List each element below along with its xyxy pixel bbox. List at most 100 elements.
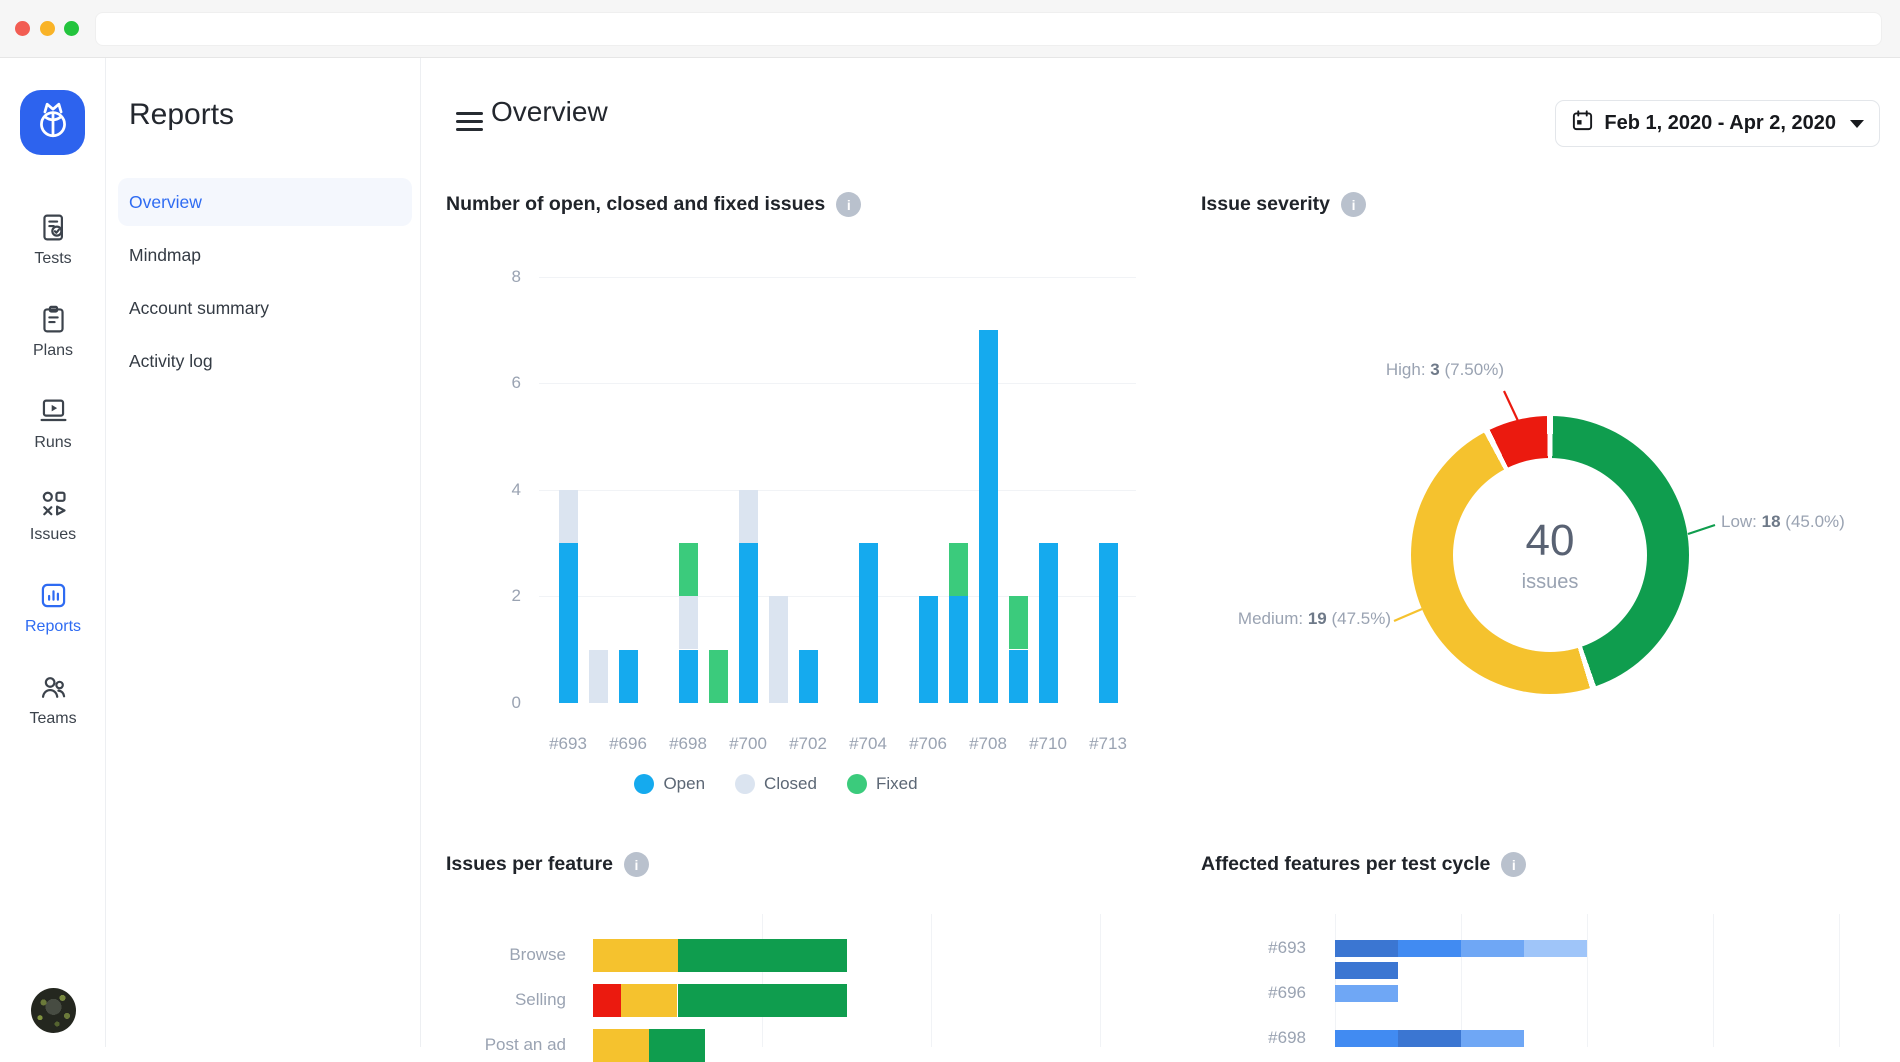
x-axis-label: #698 — [660, 734, 716, 754]
horizontal-stacked-bar-chart: BrowseSellingPost an ad — [446, 852, 1146, 1047]
horizontal-stacked-bar-chart: #693#696#698 — [1201, 852, 1891, 1047]
reports-nav-item-account-summary[interactable]: Account summary — [118, 284, 412, 332]
bar-segment[interactable] — [1461, 1030, 1524, 1047]
browser-address-bar[interactable] — [95, 12, 1882, 46]
gridline — [1100, 914, 1101, 1047]
menu-icon[interactable] — [456, 112, 483, 132]
bar-open[interactable] — [739, 543, 758, 703]
app-logo[interactable] — [20, 90, 85, 155]
traffic-light-minimize-button[interactable] — [40, 21, 55, 36]
bar-open[interactable] — [1039, 543, 1058, 703]
bar-segment[interactable] — [1398, 940, 1461, 957]
bar-open[interactable] — [679, 650, 698, 703]
bar-low[interactable] — [649, 1029, 705, 1062]
bar-open[interactable] — [799, 650, 818, 703]
bar-segment[interactable] — [1398, 1030, 1461, 1047]
chart-legend: Open Closed Fixed — [486, 772, 1066, 796]
sidebar-item-reports[interactable]: Reports — [0, 580, 106, 636]
nav-item-label: Activity log — [129, 351, 213, 372]
traffic-light-close-button[interactable] — [15, 21, 30, 36]
bar-fixed[interactable] — [709, 650, 728, 703]
date-range-picker[interactable]: Feb 1, 2020 - Apr 2, 2020 — [1555, 100, 1880, 147]
chevron-down-icon — [1850, 120, 1864, 128]
user-avatar[interactable] — [31, 988, 76, 1033]
bar-open[interactable] — [559, 543, 578, 703]
sidebar-item-issues[interactable]: Issues — [0, 488, 106, 544]
bar-closed[interactable] — [679, 596, 698, 649]
sidebar-item-tests[interactable]: Tests — [0, 212, 106, 268]
chart-affected-features-per-test-cycle: Affected features per test cycle #693#69… — [1201, 852, 1891, 1047]
bar-open[interactable] — [979, 330, 998, 703]
main-content: Overview Feb 1, 2020 - Apr 2, 2020 Numbe… — [422, 58, 1900, 1047]
x-axis-label: #710 — [1020, 734, 1076, 754]
legend-label: Closed — [764, 774, 817, 794]
info-icon[interactable] — [1341, 192, 1366, 217]
bar-high[interactable] — [593, 984, 621, 1017]
runs-icon — [38, 396, 69, 427]
gridline — [1461, 914, 1462, 1047]
legend-item-closed[interactable]: Closed — [735, 774, 817, 794]
page-title: Overview — [491, 96, 608, 128]
teams-icon — [38, 672, 69, 703]
bar-open[interactable] — [619, 650, 638, 703]
bar-closed[interactable] — [559, 490, 578, 543]
nav-item-label: Mindmap — [129, 245, 201, 266]
browser-chrome — [0, 0, 1900, 58]
gridline — [1587, 914, 1588, 1047]
legend-dot — [847, 774, 867, 794]
date-range-value: Feb 1, 2020 - Apr 2, 2020 — [1604, 112, 1836, 135]
donut-label-high: High: 3 (7.50%) — [1386, 360, 1504, 380]
bar-open[interactable] — [1009, 650, 1028, 703]
gridline — [931, 914, 932, 1047]
bar-segment[interactable] — [1461, 940, 1524, 957]
x-axis-label: #693 — [540, 734, 596, 754]
donut-total-value: 40 — [1526, 516, 1575, 566]
sidebar-item-teams[interactable]: Teams — [0, 672, 106, 728]
reports-nav-item-activity-log[interactable]: Activity log — [118, 337, 412, 385]
bar-fixed[interactable] — [949, 543, 968, 596]
reports-nav-item-mindmap[interactable]: Mindmap — [118, 231, 412, 279]
chart-issues-per-feature: Issues per feature BrowseSellingPost an … — [446, 852, 1146, 1047]
x-axis-label: #713 — [1080, 734, 1136, 754]
bar-segment[interactable] — [1335, 1030, 1398, 1047]
gridline — [539, 383, 1136, 384]
gridline — [539, 490, 1136, 491]
reports-nav-title: Reports — [129, 98, 234, 132]
cycle-label: #696 — [1206, 982, 1306, 1004]
issues-icon — [38, 488, 69, 519]
feature-label: Browse — [446, 944, 566, 966]
bar-medium[interactable] — [593, 939, 678, 972]
bar-open[interactable] — [859, 543, 878, 703]
bar-low[interactable] — [678, 984, 847, 1017]
sidebar-item-label: Tests — [34, 250, 71, 268]
bar-closed[interactable] — [739, 490, 758, 543]
bar-segment[interactable] — [1335, 962, 1398, 979]
sidebar-item-runs[interactable]: Runs — [0, 396, 106, 452]
traffic-light-expand-button[interactable] — [64, 21, 79, 36]
bar-medium[interactable] — [621, 984, 677, 1017]
bar-closed[interactable] — [769, 596, 788, 703]
donut-total-label: issues — [1522, 571, 1579, 594]
bar-open[interactable] — [1099, 543, 1118, 703]
plans-icon — [38, 304, 69, 335]
app-window: Tests Plans Runs Issues Reports Teams Reports… — [0, 58, 1900, 1047]
ladybug-crown-icon — [31, 98, 75, 147]
donut-center-text: 40 issues — [1453, 458, 1647, 652]
bar-open[interactable] — [949, 596, 968, 703]
legend-label: Fixed — [876, 774, 918, 794]
bar-segment[interactable] — [1335, 985, 1398, 1002]
legend-dot — [735, 774, 755, 794]
y-axis-label: 4 — [491, 480, 521, 500]
bar-medium[interactable] — [593, 1029, 649, 1062]
bar-segment[interactable] — [1335, 940, 1398, 957]
bar-fixed[interactable] — [679, 543, 698, 596]
bar-closed[interactable] — [589, 650, 608, 703]
bar-segment[interactable] — [1524, 940, 1587, 957]
bar-open[interactable] — [919, 596, 938, 703]
legend-item-fixed[interactable]: Fixed — [847, 774, 918, 794]
bar-low[interactable] — [678, 939, 847, 972]
bar-fixed[interactable] — [1009, 596, 1028, 649]
reports-nav-item-overview[interactable]: Overview — [118, 178, 412, 226]
legend-item-open[interactable]: Open — [634, 774, 705, 794]
sidebar-item-plans[interactable]: Plans — [0, 304, 106, 360]
